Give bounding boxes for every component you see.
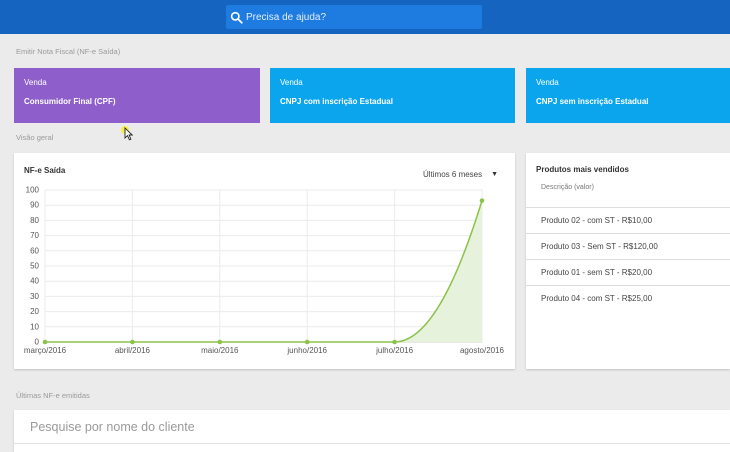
card-kind: Venda [536,78,559,87]
data-point [479,198,485,203]
x-tick-label: maio/2016 [201,346,239,355]
products-panel: Produtos mais vendidos Descrição (valor)… [526,153,730,369]
card-cnpj-sem-ie[interactable]: Venda CNPJ sem inscrição Estadual [526,68,730,123]
y-tick-label: 20 [30,307,39,316]
y-tick-label: 40 [30,277,39,286]
products-subtitle: Descrição (valor) [541,184,594,191]
y-tick-label: 30 [30,292,39,301]
product-row[interactable]: Produto 03 - Sem ST - R$120,00 [526,233,730,259]
data-point [42,339,48,345]
help-search-input[interactable] [246,11,466,23]
card-title: CNPJ com inscrição Estadual [280,97,393,106]
mouse-cursor-icon [124,127,133,141]
data-point [130,339,135,345]
card-cnpj-com-ie[interactable]: Venda CNPJ com inscrição Estadual [270,68,515,123]
data-point [217,339,223,345]
card-kind: Venda [280,78,303,87]
overview-label: Visão geral [16,133,54,142]
x-tick-label: junho/2016 [286,346,327,355]
x-tick-label: abril/2016 [115,346,151,355]
product-row[interactable]: Produto 04 - com ST - R$25,00 [526,285,730,311]
y-tick-label: 80 [30,216,39,225]
data-point [304,339,310,345]
chart-panel: NF-e Saída Últimos 6 meses ▼ 0 10 20 30 40 50… [14,153,515,369]
product-row[interactable]: Produto 01 - sem ST - R$20,00 [526,259,730,285]
client-search-input[interactable] [14,410,730,444]
series-area [45,200,482,342]
y-tick-label: 10 [30,322,39,331]
y-tick-label: 90 [30,201,39,210]
x-tick-label: março/2016 [24,346,67,355]
help-search[interactable] [226,5,482,29]
nfe-chart: 0102030405060708090100março/2016 abril/20… [24,186,505,356]
emit-section-label: Emitir Nota Fiscal (NF-e Saída) [16,47,121,56]
y-tick-label: 70 [30,231,39,240]
card-title: CNPJ sem inscrição Estadual [536,97,649,106]
x-tick-label: agosto/2016 [460,346,505,355]
last-nfe-panel [14,410,730,452]
search-icon [230,11,243,24]
x-tick-label: julho/2016 [375,346,413,355]
card-kind: Venda [24,78,47,87]
y-tick-label: 100 [26,186,40,195]
data-point [392,339,397,345]
series-line [45,200,483,343]
product-row[interactable]: Produto 02 - com ST - R$10,00 [526,207,730,233]
card-consumidor-final[interactable]: Venda Consumidor Final (CPF) [14,68,260,123]
y-tick-label: 50 [30,262,39,271]
last-nfe-label: Últimas NF-e emitidas [16,391,90,400]
top-bar [0,0,730,34]
products-title: Produtos mais vendidos [536,165,629,174]
card-title: Consumidor Final (CPF) [24,97,116,106]
y-tick-label: 60 [30,246,39,255]
